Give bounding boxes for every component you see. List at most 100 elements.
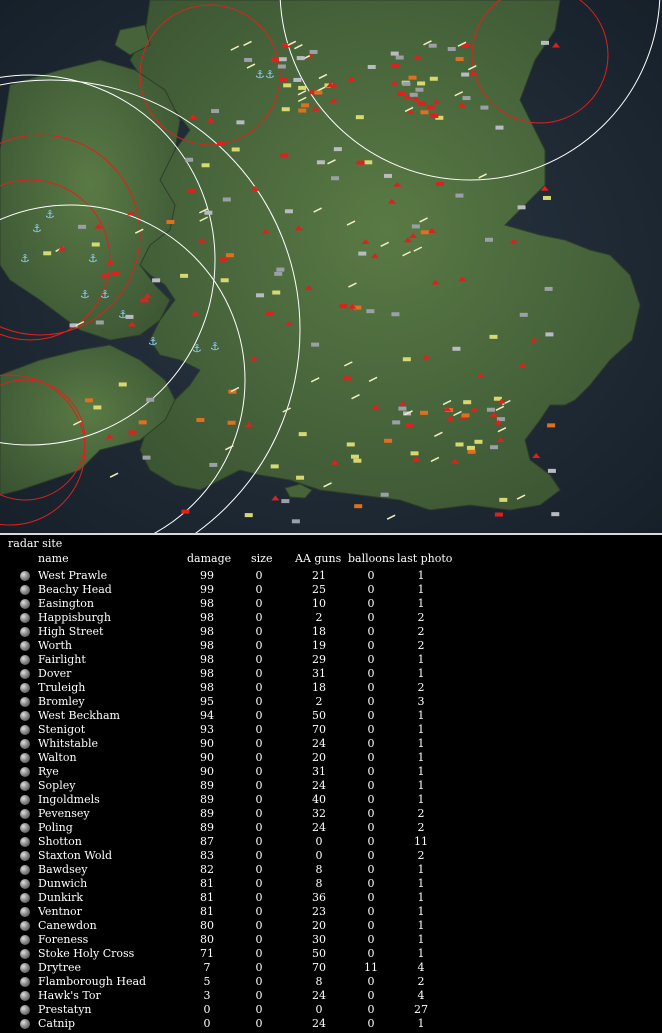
factory-icon[interactable] [547,423,556,428]
factory-icon[interactable] [411,224,420,229]
factory-icon[interactable] [152,278,161,283]
header-name[interactable]: name [38,552,69,565]
factory-icon[interactable] [339,304,348,309]
factory-icon[interactable] [486,407,495,412]
table-row[interactable]: Shotton 87 0 0 0 11 [0,835,662,849]
factory-icon[interactable] [390,51,399,56]
factory-icon[interactable] [495,125,504,130]
factory-icon[interactable] [220,278,229,283]
table-row[interactable]: Catnip 0 0 24 0 1 [0,1017,662,1031]
factory-icon[interactable] [402,357,411,362]
factory-icon[interactable] [391,312,400,317]
factory-icon[interactable] [462,96,471,101]
table-row[interactable]: Prestatyn 0 0 0 0 27 [0,1003,662,1017]
factory-icon[interactable] [542,195,551,200]
factory-icon[interactable] [367,64,376,69]
anchor-icon[interactable]: ⚓ [210,340,220,353]
factory-icon[interactable] [467,449,476,454]
factory-icon[interactable] [517,205,526,210]
table-row[interactable]: Ingoldmels 89 0 40 0 1 [0,793,662,807]
header-damage[interactable]: damage [187,552,231,565]
factory-icon[interactable] [128,430,137,435]
game-map[interactable]: ⚓⚓⚓ ⚓⚓⚓⚓⚓⚓ ⚓⚓ ⚓ [0,0,662,533]
table-row[interactable]: Stoke Holy Cross 71 0 50 0 1 [0,947,662,961]
factory-icon[interactable] [222,197,231,202]
anchor-icon[interactable]: ⚓ [100,288,110,301]
factory-icon[interactable] [383,173,392,178]
table-row[interactable]: Stenigot 93 0 70 0 1 [0,723,662,737]
factory-icon[interactable] [455,57,464,62]
factory-icon[interactable] [276,267,285,272]
factory-icon[interactable] [112,271,121,276]
factory-icon[interactable] [420,110,429,115]
factory-icon[interactable] [256,293,265,298]
factory-icon[interactable] [474,439,483,444]
anchor-icon[interactable]: ⚓ [148,335,158,348]
factory-icon[interactable] [415,87,424,92]
factory-icon[interactable] [187,188,196,193]
factory-icon[interactable] [101,274,110,279]
factory-icon[interactable] [227,420,236,425]
factory-icon[interactable] [395,55,404,60]
table-row[interactable]: Poling 89 0 24 0 2 [0,821,662,835]
factory-icon[interactable] [244,513,253,518]
factory-icon[interactable] [278,57,287,62]
factory-icon[interactable] [499,497,508,502]
factory-icon[interactable] [244,57,253,62]
table-row[interactable]: Beachy Head 99 0 25 0 1 [0,583,662,597]
anchor-icon[interactable]: ⚓ [192,342,202,355]
table-row[interactable]: Foreness 80 0 30 0 1 [0,933,662,947]
factory-icon[interactable] [447,47,456,52]
factory-icon[interactable] [346,442,355,447]
table-row[interactable]: Happisburgh 98 0 2 0 2 [0,611,662,625]
factory-icon[interactable] [404,423,413,428]
factory-icon[interactable] [544,286,553,291]
factory-icon[interactable] [342,376,351,381]
table-row[interactable]: Easington 98 0 10 0 1 [0,597,662,611]
factory-icon[interactable] [455,193,464,198]
factory-icon[interactable] [392,420,401,425]
factory-icon[interactable] [436,182,445,187]
factory-icon[interactable] [417,81,426,86]
table-row[interactable]: Rye 90 0 31 0 1 [0,765,662,779]
factory-icon[interactable] [279,78,288,83]
factory-icon[interactable] [466,445,475,450]
factory-icon[interactable] [380,492,389,497]
anchor-icon[interactable]: ⚓ [88,252,98,265]
anchor-icon[interactable]: ⚓ [80,288,90,301]
factory-icon[interactable] [390,63,399,68]
factory-icon[interactable] [185,157,194,162]
header-size[interactable]: size [251,552,272,565]
factory-icon[interactable] [266,311,275,316]
factory-icon[interactable] [225,253,234,258]
factory-icon[interactable] [277,64,286,69]
factory-icon[interactable] [84,398,93,403]
factory-icon[interactable] [293,77,302,82]
factory-icon[interactable] [298,432,307,437]
table-row[interactable]: Canewdon 80 0 20 0 1 [0,919,662,933]
factory-icon[interactable] [461,72,470,77]
factory-icon[interactable] [384,438,393,443]
anchor-icon[interactable]: ⚓ [255,68,265,81]
factory-icon[interactable] [204,210,213,215]
factory-icon[interactable] [311,342,320,347]
anchor-icon[interactable]: ⚓ [32,222,42,235]
factory-icon[interactable] [298,85,307,90]
factory-icon[interactable] [354,504,363,509]
factory-icon[interactable] [484,237,493,242]
table-row[interactable]: Truleigh 98 0 18 0 2 [0,681,662,695]
factory-icon[interactable] [180,273,189,278]
anchor-icon[interactable]: ⚓ [118,308,128,321]
table-row[interactable]: West Beckham 94 0 50 0 1 [0,709,662,723]
factory-icon[interactable] [281,107,290,112]
factory-icon[interactable] [219,257,228,262]
table-row[interactable]: Dunwich 81 0 8 0 1 [0,877,662,891]
factory-icon[interactable] [270,464,279,469]
factory-icon[interactable] [78,224,87,229]
factory-icon[interactable] [398,406,407,411]
table-row[interactable]: High Street 98 0 18 0 2 [0,625,662,639]
factory-icon[interactable] [309,49,318,54]
factory-icon[interactable] [201,163,210,168]
factory-icon[interactable] [91,242,100,247]
factory-icon[interactable] [408,75,417,80]
